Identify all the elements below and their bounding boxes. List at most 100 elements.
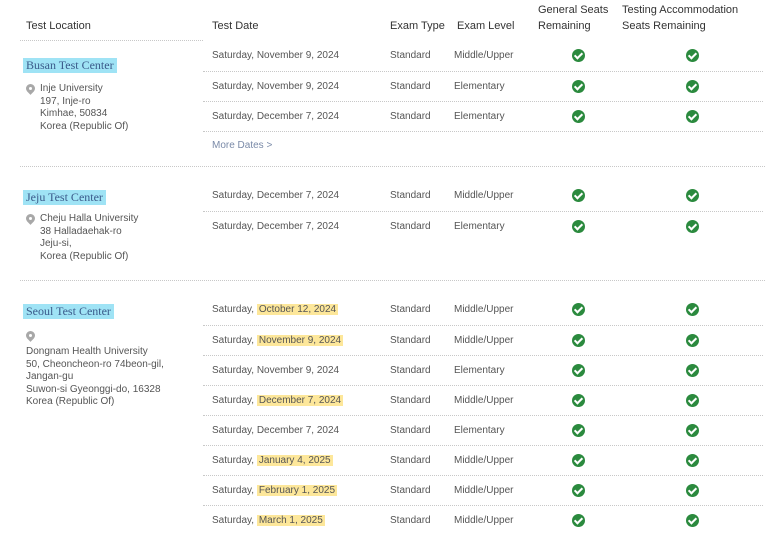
check-circle-icon (572, 189, 585, 202)
center-name-seoul[interactable]: Seoul Test Center (23, 304, 114, 319)
check-circle-icon (572, 220, 585, 233)
group-divider (20, 166, 765, 167)
exam-level: Middle/Upper (454, 50, 514, 61)
check-circle-icon (686, 424, 699, 437)
check-circle-icon (686, 110, 699, 123)
table-row: Saturday, March 1, 2025 Standard Middle/… (203, 505, 763, 535)
address-seoul: Dongnam Health University 50, Cheoncheon… (26, 346, 164, 407)
check-circle-icon (572, 514, 585, 527)
check-circle-icon (572, 454, 585, 467)
table-row: Saturday, November 9, 2024 Standard Elem… (203, 71, 763, 101)
exam-type: Standard (390, 485, 431, 496)
check-circle-icon (686, 303, 699, 316)
location-seoul: Seoul Test Center Dongnam Health Univers… (23, 302, 201, 409)
more-dates-link[interactable]: More Dates > (212, 139, 272, 152)
exam-level: Elementary (454, 425, 505, 436)
table-row: Saturday, November 9, 2024 Standard Midd… (203, 325, 763, 355)
exam-type: Standard (390, 221, 431, 232)
exam-type: Standard (390, 190, 431, 201)
exam-level: Middle/Upper (454, 190, 514, 201)
check-circle-icon (572, 80, 585, 93)
exam-type: Standard (390, 515, 431, 526)
check-circle-icon (572, 364, 585, 377)
check-circle-icon (686, 514, 699, 527)
table-row: Saturday, December 7, 2024 Standard Elem… (203, 211, 763, 241)
check-circle-icon (686, 454, 699, 467)
table-row: Saturday, December 7, 2024 Standard Elem… (203, 101, 763, 131)
check-circle-icon (572, 424, 585, 437)
exam-type: Standard (390, 365, 431, 376)
header-exam-level: Exam Level (457, 20, 515, 32)
test-date: Saturday, December 7, 2024 (212, 190, 340, 201)
exam-type: Standard (390, 50, 431, 61)
header-divider (20, 40, 203, 41)
header-test-location: Test Location (26, 20, 91, 32)
map-pin-icon (26, 84, 35, 96)
table-row: Saturday, October 12, 2024 Standard Midd… (203, 295, 763, 325)
more-dates-row (203, 131, 763, 167)
test-date: Saturday, October 12, 2024 (212, 304, 339, 315)
group-divider (20, 280, 765, 281)
header-test-date: Test Date (212, 20, 259, 32)
check-circle-icon (686, 220, 699, 233)
center-name-busan[interactable]: Busan Test Center (23, 58, 117, 73)
exam-level: Elementary (454, 221, 505, 232)
table-row: Saturday, November 9, 2024 Standard Elem… (203, 355, 763, 385)
check-circle-icon (686, 484, 699, 497)
address-jeju: Cheju Halla University 38 Halladaehak-ro… (40, 213, 139, 262)
table-row: Saturday, November 9, 2024 Standard Midd… (203, 41, 763, 71)
exam-level: Middle/Upper (454, 395, 514, 406)
check-circle-icon (572, 394, 585, 407)
check-circle-icon (686, 189, 699, 202)
test-date: Saturday, November 9, 2024 (212, 50, 340, 61)
table-row: Saturday, December 7, 2024 Standard Midd… (203, 385, 763, 415)
test-date: Saturday, December 7, 2024 (212, 221, 340, 232)
header-accommodation-seats: Testing Accommodation Seats Remaining (622, 4, 739, 32)
exam-level: Middle/Upper (454, 515, 514, 526)
exam-type: Standard (390, 425, 431, 436)
check-circle-icon (686, 334, 699, 347)
test-date: Saturday, March 1, 2025 (212, 515, 325, 526)
table-row: Saturday, February 1, 2025 Standard Midd… (203, 475, 763, 505)
test-date: Saturday, January 4, 2025 (212, 455, 333, 466)
check-circle-icon (686, 394, 699, 407)
exam-level: Elementary (454, 111, 505, 122)
exam-level: Middle/Upper (454, 455, 514, 466)
exam-level: Middle/Upper (454, 485, 514, 496)
test-date: Saturday, November 9, 2024 (212, 365, 340, 376)
exam-type: Standard (390, 111, 431, 122)
center-name-jeju[interactable]: Jeju Test Center (23, 190, 106, 205)
check-circle-icon (686, 80, 699, 93)
check-circle-icon (572, 334, 585, 347)
location-jeju: Jeju Test Center Cheju Halla University … (23, 188, 201, 263)
test-date: Saturday, December 7, 2024 (212, 425, 340, 436)
table-row: Saturday, December 7, 2024 Standard Midd… (203, 181, 763, 211)
table-header: Test Location Test Date Exam Type Exam L… (0, 0, 773, 40)
check-circle-icon (572, 484, 585, 497)
location-busan: Busan Test Center Inje University 197, I… (23, 56, 201, 133)
check-circle-icon (686, 364, 699, 377)
header-general-seats: General Seats Remaining (538, 4, 609, 32)
exam-type: Standard (390, 304, 431, 315)
map-pin-icon (26, 214, 35, 226)
map-pin-icon (26, 331, 35, 343)
header-exam-type: Exam Type (390, 20, 445, 32)
check-circle-icon (572, 49, 585, 62)
check-circle-icon (572, 303, 585, 316)
test-date: Saturday, February 1, 2025 (212, 485, 338, 496)
exam-type: Standard (390, 395, 431, 406)
exam-level: Elementary (454, 365, 505, 376)
test-date: Saturday, December 7, 2024 (212, 395, 344, 406)
test-date: Saturday, November 9, 2024 (212, 335, 344, 346)
exam-type: Standard (390, 335, 431, 346)
test-date: Saturday, December 7, 2024 (212, 111, 340, 122)
exam-type: Standard (390, 455, 431, 466)
check-circle-icon (686, 49, 699, 62)
exam-type: Standard (390, 81, 431, 92)
table-row: Saturday, January 4, 2025 Standard Middl… (203, 445, 763, 475)
test-date: Saturday, November 9, 2024 (212, 81, 340, 92)
exam-level: Middle/Upper (454, 304, 514, 315)
check-circle-icon (572, 110, 585, 123)
exam-level: Middle/Upper (454, 335, 514, 346)
address-busan: Inje University 197, Inje-ro Kimhae, 508… (40, 83, 129, 132)
